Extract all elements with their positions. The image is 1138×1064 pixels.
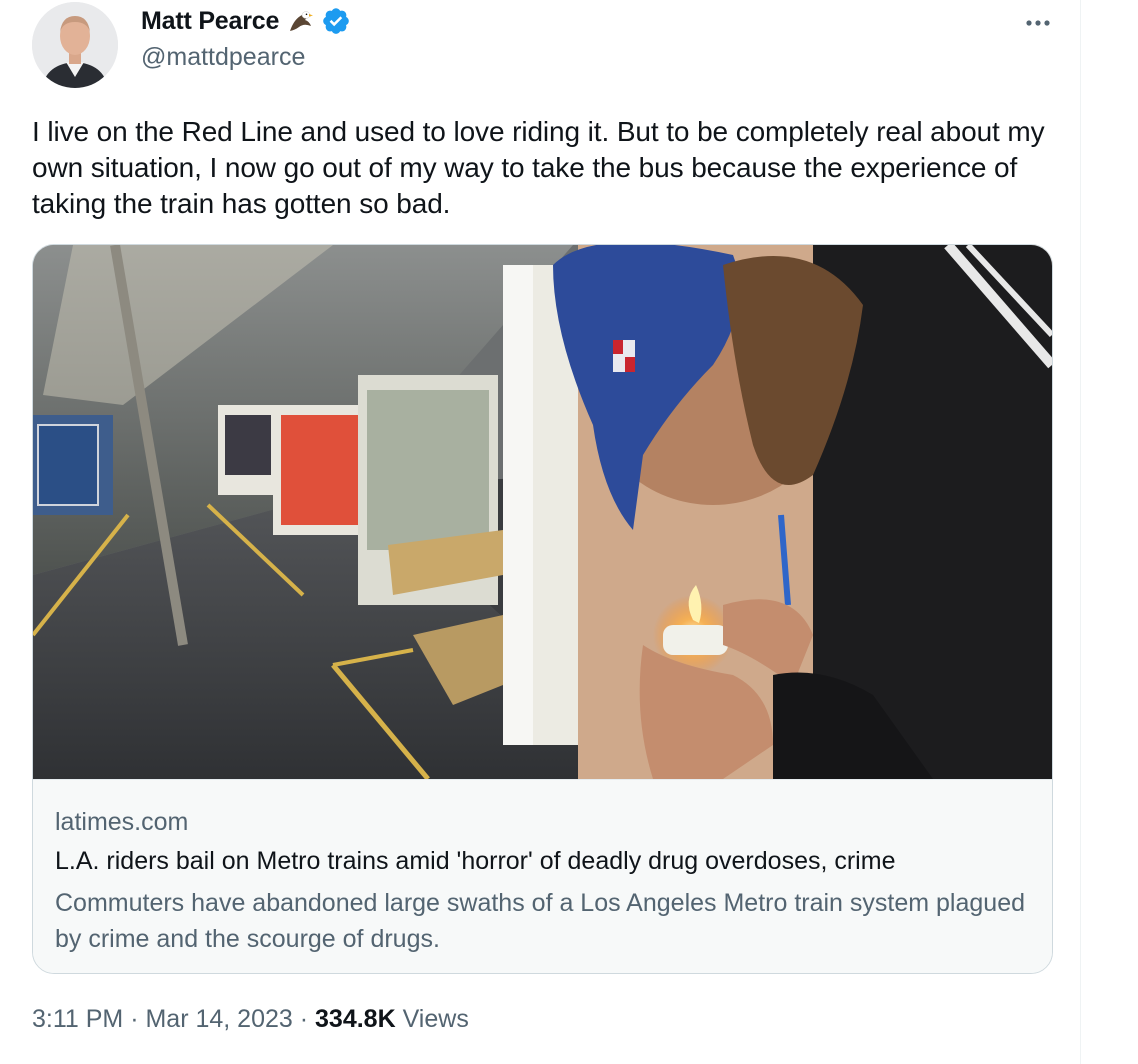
- card-photo[interactable]: [33, 245, 1052, 779]
- link-card-info[interactable]: latimes.com L.A. riders bail on Metro tr…: [33, 779, 1052, 973]
- verified-badge-icon[interactable]: [321, 6, 351, 36]
- views-label[interactable]: Views: [396, 1005, 469, 1034]
- column-divider: [1080, 0, 1081, 1064]
- author-handle[interactable]: @mattdpearce: [141, 43, 305, 72]
- tweet-time[interactable]: 3:11 PM: [32, 1005, 123, 1034]
- meta-separator: ·: [292, 1005, 316, 1033]
- avatar-portrait: [32, 2, 118, 88]
- link-card-description: Commuters have abandoned large swaths of…: [55, 889, 1025, 953]
- tweet: Matt Pearce @mattdpearce I live on the R…: [0, 0, 1080, 1064]
- link-card[interactable]: latimes.com L.A. riders bail on Metro tr…: [32, 244, 1053, 974]
- author-display-name[interactable]: Matt Pearce: [141, 7, 279, 36]
- tweet-date[interactable]: Mar 14, 2023: [145, 1005, 292, 1034]
- more-options-icon[interactable]: [1018, 4, 1058, 40]
- views-count[interactable]: 334.8K: [315, 1005, 396, 1034]
- tweet-text: I live on the Red Line and used to love …: [32, 116, 1045, 219]
- avatar[interactable]: [32, 2, 118, 88]
- tweet-metadata: 3:11 PM · Mar 14, 2023 · 334.8K Views: [32, 1005, 469, 1034]
- link-card-domain: latimes.com: [55, 808, 189, 836]
- link-card-title: L.A. riders bail on Metro trains amid 'h…: [55, 847, 896, 875]
- eagle-icon: [290, 11, 314, 31]
- author-name-row: Matt Pearce: [141, 6, 351, 36]
- meta-separator: ·: [123, 1005, 146, 1033]
